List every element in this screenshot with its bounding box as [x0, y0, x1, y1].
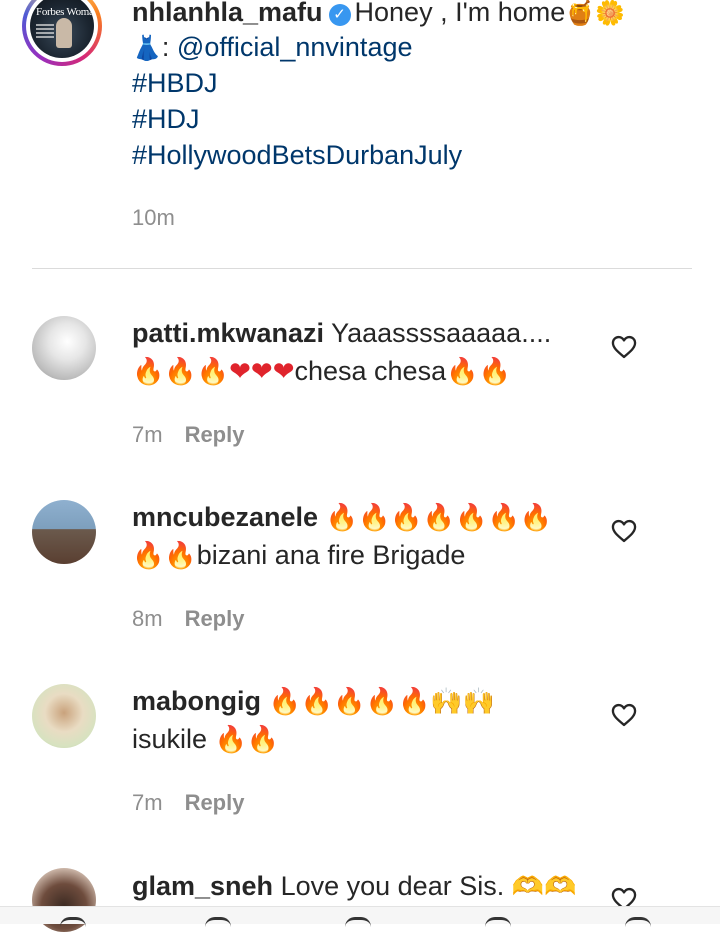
comment-text-continued: chesa chesa [294, 356, 447, 386]
caption-mention-line: 👗: @official_nnvintage [132, 30, 413, 65]
comment-username[interactable]: mncubezanele [132, 502, 318, 532]
comment-username[interactable]: mabongig [132, 686, 261, 716]
heart-outline-icon[interactable] [610, 517, 638, 545]
bottom-navigation-bar [0, 906, 720, 924]
fire-emoji: 🔥🔥 [214, 725, 280, 755]
reply-button[interactable]: Reply [185, 790, 245, 815]
fire-emoji: 🔥🔥🔥🔥🔥 [268, 687, 431, 717]
red-heart-emoji: ❤❤❤ [229, 357, 295, 387]
avatar-magazine-title: Forbes Woman [36, 6, 94, 18]
verified-badge-icon: ✓ [328, 4, 351, 26]
comment-text: isukile [132, 724, 208, 754]
hashtag-hollywoodbetsdurbanjuly[interactable]: #HollywoodBetsDurbanJuly [132, 138, 462, 172]
mention-prefix: : [161, 32, 170, 62]
commenter-avatar[interactable] [32, 684, 96, 748]
caption-text: Honey , I'm home [354, 0, 566, 27]
heart-outline-icon[interactable] [610, 333, 638, 361]
comment-meta: 7m Reply [132, 422, 244, 448]
comment-timestamp: 7m [132, 422, 163, 447]
fire-emoji: 🔥🔥🔥🔥🔥🔥🔥 [325, 503, 553, 533]
fire-emoji: 🔥🔥 [132, 541, 197, 571]
reels-icon[interactable] [345, 917, 371, 927]
dress-emoji: 👗 [132, 34, 162, 62]
comment-second-line: 🔥🔥🔥❤❤❤chesa chesa🔥🔥 [132, 354, 511, 389]
post-caption: Forbes Woman nhlanhla_mafu ✓ Honey , I'm h… [0, 0, 720, 250]
comment-meta: 8m Reply [132, 606, 244, 632]
author-avatar[interactable]: Forbes Woman [22, 0, 102, 66]
comment-text: Yaaassssaaaaa.... [331, 318, 552, 348]
comment-first-line: mabongig 🔥🔥🔥🔥🔥🙌🙌 [132, 684, 495, 719]
caption-divider [32, 268, 692, 269]
fire-emoji: 🔥🔥 [446, 357, 511, 387]
comment-first-line: mncubezanele 🔥🔥🔥🔥🔥🔥🔥 [132, 500, 552, 535]
heart-outline-icon[interactable] [610, 701, 638, 729]
shop-icon[interactable] [485, 917, 511, 927]
comment-first-line: patti.mkwanazi Yaaassssaaaaa.... [132, 316, 551, 350]
home-icon[interactable] [60, 917, 86, 927]
hashtag-hdj[interactable]: #HDJ [132, 102, 200, 136]
commenter-avatar[interactable] [32, 500, 96, 564]
comment-timestamp: 8m [132, 606, 163, 631]
comment-username[interactable]: glam_sneh [132, 871, 273, 901]
comment-second-line: isukile 🔥🔥 [132, 722, 279, 757]
heart-hands-emoji: 🫶🫶 [511, 872, 577, 902]
comment-second-line: 🔥🔥bizani ana fire Brigade [132, 538, 465, 573]
comment-username[interactable]: patti.mkwanazi [132, 318, 324, 348]
mention-link[interactable]: @official_nnvintage [177, 32, 413, 62]
reply-button[interactable]: Reply [185, 422, 245, 447]
caption-first-line: nhlanhla_mafu ✓ Honey , I'm home🍯🌼 [132, 0, 625, 30]
commenter-avatar[interactable] [32, 316, 96, 380]
comment-text: bizani ana fire Brigade [196, 540, 466, 570]
reply-button[interactable]: Reply [185, 606, 245, 631]
comment-meta: 7m Reply [132, 790, 244, 816]
comment-first-line: glam_sneh Love you dear Sis. 🫶🫶 [132, 869, 576, 904]
hashtag-hbdj[interactable]: #HBDJ [132, 66, 218, 100]
caption-timestamp: 10m [132, 205, 175, 230]
comment-text: Love you dear Sis. [280, 871, 505, 901]
raising-hands-emoji: 🙌🙌 [430, 687, 496, 717]
caption-username[interactable]: nhlanhla_mafu [132, 0, 323, 27]
profile-icon[interactable] [625, 917, 651, 927]
fire-emoji: 🔥🔥🔥 [132, 357, 230, 387]
search-icon[interactable] [205, 917, 231, 927]
caption-emoji: 🍯🌼 [565, 0, 626, 27]
comment-timestamp: 7m [132, 790, 163, 815]
